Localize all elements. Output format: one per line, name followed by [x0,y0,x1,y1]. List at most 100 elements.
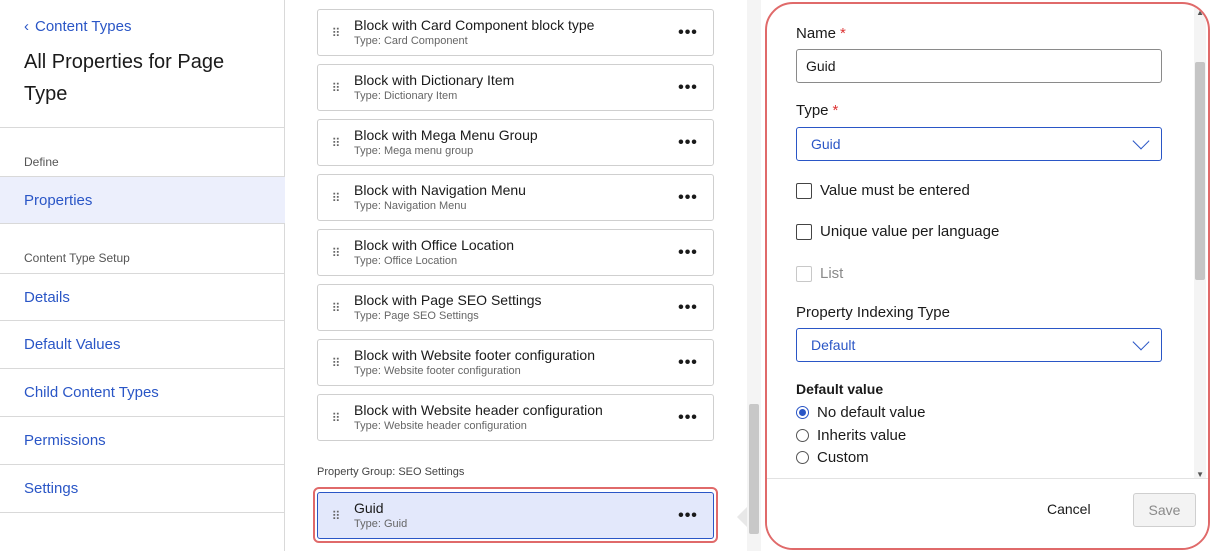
chevron-down-icon [1132,132,1150,150]
more-options-icon[interactable]: ••• [663,24,713,42]
block-title: Block with Navigation Menu [354,182,526,198]
more-options-icon[interactable]: ••• [663,507,713,525]
section-content-type-setup: Content Type Setup [24,251,130,265]
more-options-icon[interactable]: ••• [663,79,713,97]
sidebar-item-label: Child Content Types [24,384,159,401]
radio-button[interactable] [796,429,809,442]
block-type: Type: Guid [354,518,408,530]
scroll-up-icon[interactable]: ▲ [1196,8,1204,17]
radio-button[interactable] [796,406,809,419]
radio-label: Custom [817,449,869,466]
drag-handle-icon[interactable]: ⠿ [318,302,354,314]
panel-footer: Cancel Save [767,478,1208,548]
panel-pointer [737,507,747,527]
property-list: ⠿ Block with Card Component block type Ty… [285,0,745,551]
property-group-label: Property Group: SEO Settings [317,466,465,478]
checkbox-list-disabled: List [796,265,843,282]
panel-scrollbar-thumb[interactable] [1195,62,1205,280]
property-block[interactable]: ⠿ Block with Navigation Menu Type: Naviga… [317,174,714,221]
drag-handle-icon[interactable]: ⠿ [318,510,354,522]
checkbox-label: List [820,265,844,282]
radio-button[interactable] [796,451,809,464]
type-select-value: Guid [811,136,841,152]
more-options-icon[interactable]: ••• [663,409,713,427]
drag-handle-icon[interactable]: ⠿ [318,137,354,149]
block-title: Block with Office Location [354,237,515,253]
property-block[interactable]: ⠿ Block with Website footer configuratio… [317,339,714,386]
radio-label: No default value [817,404,926,421]
block-title: Guid [354,500,384,516]
radio-inherits-value[interactable]: Inherits value [796,427,906,444]
more-options-icon[interactable]: ••• [663,299,713,317]
radio-label: Inherits value [817,427,907,444]
sidebar-item-properties[interactable]: Properties [0,176,285,224]
block-title: Block with Website header configuration [354,402,603,418]
default-value-heading: Default value [796,381,884,397]
checkbox-label: Value must be entered [820,182,970,199]
back-link-label: Content Types [35,18,132,35]
more-options-icon[interactable]: ••• [663,134,713,152]
checkbox[interactable] [796,182,812,199]
block-type: Type: Navigation Menu [354,200,467,212]
drag-handle-icon[interactable]: ⠿ [318,357,354,369]
block-title: Block with Card Component block type [354,17,595,33]
property-edit-panel: ▲ ▼ Name* Type* Guid Value must be enter… [765,2,1210,550]
sidebar-item-label: Details [24,288,70,306]
block-type: Type: Website footer configuration [354,365,521,377]
more-options-icon[interactable]: ••• [663,244,713,262]
property-block-guid-selected[interactable]: ⠿ Guid Type: Guid ••• [317,492,714,539]
sidebar-item-label: Properties [24,191,93,209]
chevron-left-icon: ‹ [24,18,29,35]
name-input[interactable] [796,49,1162,83]
property-block[interactable]: ⠿ Block with Dictionary Item Type: Dictio… [317,64,714,111]
indexing-type-select[interactable]: Default [796,328,1162,362]
sidebar-item-default-values[interactable]: Default Values [0,321,285,369]
property-block[interactable]: ⠿ Block with Card Component block type Ty… [317,9,714,56]
sidebar-item-settings[interactable]: Settings [0,465,285,513]
block-type: Type: Office Location [354,255,458,267]
save-button[interactable]: Save [1133,493,1196,527]
checkbox[interactable] [796,223,812,240]
more-options-icon[interactable]: ••• [663,189,713,207]
more-options-icon[interactable]: ••• [663,354,713,372]
sidebar-item-child-content-types[interactable]: Child Content Types [0,369,285,417]
block-type: Type: Page SEO Settings [354,310,479,322]
list-scrollbar-thumb[interactable] [749,404,759,534]
property-block[interactable]: ⠿ Block with Page SEO Settings Type: Page… [317,284,714,331]
block-title: Block with Dictionary Item [354,72,515,88]
block-type: Type: Dictionary Item [354,90,458,102]
radio-custom[interactable]: Custom [796,449,869,466]
property-block[interactable]: ⠿ Block with Mega Menu Group Type: Mega m… [317,119,714,166]
sidebar-item-details[interactable]: Details [0,273,285,321]
drag-handle-icon[interactable]: ⠿ [318,27,354,39]
name-label: Name * [796,25,846,42]
radio-no-default[interactable]: No default value [796,404,925,421]
cancel-button[interactable]: Cancel [1047,501,1091,517]
checkbox-label: Unique value per language [820,223,1000,240]
checkbox-value-required[interactable]: Value must be entered [796,182,970,199]
sidebar: ‹ Content Types All Properties for Page … [0,0,285,551]
drag-handle-icon[interactable]: ⠿ [318,247,354,259]
drag-handle-icon[interactable]: ⠿ [318,82,354,94]
drag-handle-icon[interactable]: ⠿ [318,412,354,424]
block-type: Type: Website header configuration [354,420,527,432]
type-select[interactable]: Guid [796,127,1162,161]
sidebar-item-label: Settings [24,480,79,497]
block-type: Type: Mega menu group [354,145,474,157]
drag-handle-icon[interactable]: ⠿ [318,192,354,204]
indexing-type-label: Property Indexing Type [796,304,950,321]
checkbox [796,265,812,282]
required-asterisk: * [832,102,839,119]
back-link-content-types[interactable]: ‹ Content Types [24,18,131,35]
property-block[interactable]: ⠿ Block with Office Location Type: Office… [317,229,714,276]
block-type: Type: Card Component [354,35,468,47]
property-block[interactable]: ⠿ Block with Website header configuratio… [317,394,714,441]
block-title: Block with Website footer configuration [354,347,595,363]
indexing-select-value: Default [811,337,856,353]
sidebar-item-label: Default Values [24,336,121,353]
sidebar-item-permissions[interactable]: Permissions [0,417,285,465]
checkbox-unique-per-language[interactable]: Unique value per language [796,223,999,240]
type-label: Type * [796,102,839,119]
section-define: Define [24,155,59,169]
block-title: Block with Mega Menu Group [354,127,538,143]
